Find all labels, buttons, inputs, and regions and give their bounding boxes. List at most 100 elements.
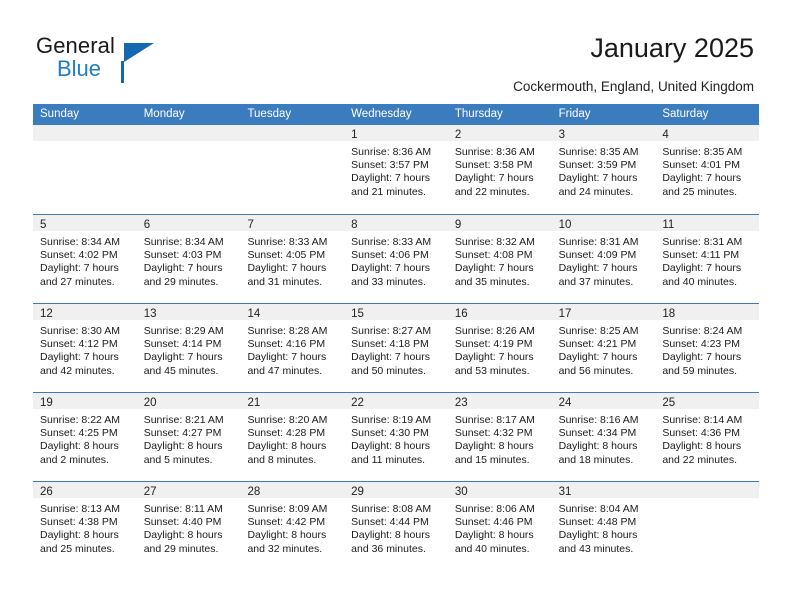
calendar-day-cell[interactable]: 31 Sunrise: 8:04 AM Sunset: 4:48 PM Dayligh…: [551, 482, 656, 570]
calendar-day-cell[interactable]: 15 Sunrise: 8:27 AM Sunset: 4:18 PM Dayligh…: [344, 304, 448, 392]
calendar-day-cell[interactable]: 12 Sunrise: 8:30 AM Sunset: 4:12 PM Dayligh…: [33, 304, 137, 392]
sunset-text: Sunset: 4:19 PM: [454, 338, 533, 351]
sunrise-text: Sunrise: 8:28 AM: [247, 325, 328, 337]
sunset-text: Sunset: 4:02 PM: [40, 249, 118, 262]
day-number: 26: [40, 486, 53, 498]
sunset-text: Sunset: 4:08 PM: [454, 249, 533, 262]
sunset-text: Sunset: 3:57 PM: [351, 159, 429, 172]
daylight-text-line2: and 50 minutes.: [351, 364, 426, 377]
daylight-text-line2: and 21 minutes.: [351, 185, 426, 198]
calendar-day-cell[interactable]: 28 Sunrise: 8:09 AM Sunset: 4:42 PM Dayligh…: [240, 482, 345, 570]
daylight-text-line1: Daylight: 7 hours: [40, 262, 119, 275]
sunrise-text: Sunrise: 8:36 AM: [351, 146, 432, 158]
daylight-text-line2: and 43 minutes.: [558, 542, 634, 555]
calendar-day-cell[interactable]: 19 Sunrise: 8:22 AM Sunset: 4:25 PM Dayligh…: [33, 393, 137, 481]
day-details: [240, 141, 344, 146]
sunrise-text: Sunrise: 8:33 AM: [351, 236, 432, 248]
daylight-text-line2: and 33 minutes.: [351, 275, 426, 288]
daylight-text-line1: Daylight: 7 hours: [143, 351, 223, 364]
calendar-week-row: 19 Sunrise: 8:22 AM Sunset: 4:25 PM Dayligh…: [33, 392, 760, 481]
sunset-text: Sunset: 4:34 PM: [558, 427, 637, 440]
calendar-day-cell[interactable]: 16 Sunrise: 8:26 AM Sunset: 4:19 PM Dayligh…: [447, 304, 552, 392]
calendar-day-cell[interactable]: 4 Sunrise: 8:35 AM Sunset: 4:01 PM Daylight…: [655, 125, 760, 214]
sunset-text: Sunset: 4:28 PM: [247, 427, 326, 440]
day-number: 3: [558, 129, 565, 141]
sunset-text: Sunset: 4:23 PM: [662, 338, 740, 351]
calendar-day-cell[interactable]: 8 Sunrise: 8:33 AM Sunset: 4:06 PM Daylight…: [344, 215, 448, 303]
calendar-day-cell[interactable]: 20 Sunrise: 8:21 AM Sunset: 4:27 PM Dayligh…: [136, 393, 241, 481]
calendar-day-cell[interactable]: 7 Sunrise: 8:33 AM Sunset: 4:05 PM Daylight…: [240, 215, 345, 303]
calendar-day-cell[interactable]: 18 Sunrise: 8:24 AM Sunset: 4:23 PM Dayligh…: [655, 304, 760, 392]
calendar-day-cell[interactable]: 29 Sunrise: 8:08 AM Sunset: 4:44 PM Dayligh…: [344, 482, 448, 570]
daylight-text-line1: Daylight: 8 hours: [454, 529, 534, 542]
calendar-day-cell[interactable]: 14 Sunrise: 8:28 AM Sunset: 4:16 PM Dayligh…: [240, 304, 345, 392]
calendar-day-cell[interactable]: 13 Sunrise: 8:29 AM Sunset: 4:14 PM Dayligh…: [136, 304, 241, 392]
day-number: 29: [351, 486, 364, 498]
day-details: Sunrise: 8:08 AM Sunset: 4:44 PM Daylight:…: [344, 498, 448, 556]
sunrise-text: Sunrise: 8:30 AM: [40, 325, 120, 337]
daylight-text-line2: and 24 minutes.: [558, 185, 634, 198]
page-header: General Blue January 2025 Cockermouth, E…: [0, 0, 792, 104]
day-number-band: 17: [551, 304, 656, 320]
calendar-week-row: 12 Sunrise: 8:30 AM Sunset: 4:12 PM Dayligh…: [33, 303, 760, 392]
daylight-text-line2: and 32 minutes.: [247, 542, 323, 555]
calendar-week-row: 26 Sunrise: 8:13 AM Sunset: 4:38 PM Dayligh…: [33, 481, 760, 570]
location-subtitle: Cockermouth, England, United Kingdom: [513, 79, 754, 94]
calendar-day-cell[interactable]: 22 Sunrise: 8:19 AM Sunset: 4:30 PM Dayligh…: [344, 393, 448, 481]
calendar-day-cell[interactable]: 27 Sunrise: 8:11 AM Sunset: 4:40 PM Dayligh…: [136, 482, 241, 570]
daylight-text-line2: and 37 minutes.: [558, 275, 634, 288]
calendar-day-cell[interactable]: 5 Sunrise: 8:34 AM Sunset: 4:02 PM Daylight…: [33, 215, 137, 303]
weekday-header-wednesday: Wednesday: [351, 108, 412, 120]
day-number-band: [136, 125, 241, 141]
weekday-header-tuesday: Tuesday: [247, 108, 292, 120]
day-number: 12: [40, 308, 53, 320]
calendar-day-cell[interactable]: 1 Sunrise: 8:36 AM Sunset: 3:57 PM Daylight…: [344, 125, 448, 214]
day-number: 31: [558, 486, 572, 498]
daylight-text-line2: and 40 minutes.: [662, 275, 738, 288]
daylight-text-line2: and 47 minutes.: [247, 364, 323, 377]
sunset-text: Sunset: 4:12 PM: [40, 338, 118, 351]
day-details: Sunrise: 8:26 AM Sunset: 4:19 PM Daylight:…: [448, 320, 552, 378]
day-number: 17: [558, 308, 572, 320]
daylight-text-line1: Daylight: 8 hours: [143, 529, 223, 542]
daylight-text-line1: Daylight: 8 hours: [351, 529, 430, 542]
day-details: Sunrise: 8:16 AM Sunset: 4:34 PM Daylight:…: [552, 409, 656, 467]
day-details: Sunrise: 8:14 AM Sunset: 4:36 PM Daylight:…: [655, 409, 759, 467]
calendar-day-cell[interactable]: 17 Sunrise: 8:25 AM Sunset: 4:21 PM Dayligh…: [551, 304, 656, 392]
calendar-day-cell[interactable]: 30 Sunrise: 8:06 AM Sunset: 4:46 PM Dayligh…: [447, 482, 552, 570]
sunrise-text: Sunrise: 8:24 AM: [662, 325, 743, 337]
day-number: 16: [454, 308, 468, 320]
day-number: 4: [662, 129, 669, 141]
daylight-text-line2: and 25 minutes.: [40, 542, 115, 555]
calendar-day-cell[interactable]: 2 Sunrise: 8:36 AM Sunset: 3:58 PM Daylight…: [447, 125, 552, 214]
calendar-day-cell-empty: [136, 125, 241, 214]
day-details: Sunrise: 8:20 AM Sunset: 4:28 PM Daylight:…: [240, 409, 344, 467]
calendar-day-cell[interactable]: 11 Sunrise: 8:31 AM Sunset: 4:11 PM Dayligh…: [655, 215, 760, 303]
sunset-text: Sunset: 4:40 PM: [143, 516, 222, 529]
calendar-day-cell[interactable]: 3 Sunrise: 8:35 AM Sunset: 3:59 PM Daylight…: [551, 125, 656, 214]
calendar-day-cell[interactable]: 10 Sunrise: 8:31 AM Sunset: 4:09 PM Dayligh…: [551, 215, 656, 303]
daylight-text-line1: Daylight: 7 hours: [558, 262, 638, 275]
calendar-day-cell[interactable]: 24 Sunrise: 8:16 AM Sunset: 4:34 PM Dayligh…: [551, 393, 656, 481]
calendar-day-cell-empty: [33, 125, 137, 214]
daylight-text-line1: Daylight: 7 hours: [558, 172, 638, 185]
day-details: Sunrise: 8:24 AM Sunset: 4:23 PM Daylight:…: [655, 320, 759, 378]
calendar-day-cell[interactable]: 6 Sunrise: 8:34 AM Sunset: 4:03 PM Daylight…: [136, 215, 241, 303]
daylight-text-line1: Daylight: 7 hours: [247, 262, 327, 275]
sunset-text: Sunset: 4:05 PM: [247, 249, 326, 262]
calendar-day-cell[interactable]: 25 Sunrise: 8:14 AM Sunset: 4:36 PM Dayligh…: [655, 393, 760, 481]
calendar-day-cell[interactable]: 21 Sunrise: 8:20 AM Sunset: 4:28 PM Dayligh…: [240, 393, 345, 481]
calendar-day-cell[interactable]: 23 Sunrise: 8:17 AM Sunset: 4:32 PM Dayligh…: [447, 393, 552, 481]
calendar-day-cell[interactable]: 9 Sunrise: 8:32 AM Sunset: 4:08 PM Daylight…: [447, 215, 552, 303]
day-number: 27: [143, 486, 157, 498]
day-number-band: 5: [33, 215, 137, 231]
general-blue-logo[interactable]: General Blue: [36, 33, 166, 83]
sunset-text: Sunset: 4:14 PM: [143, 338, 222, 351]
calendar-day-cell[interactable]: 26 Sunrise: 8:13 AM Sunset: 4:38 PM Dayligh…: [33, 482, 137, 570]
day-details: Sunrise: 8:25 AM Sunset: 4:21 PM Daylight:…: [552, 320, 656, 378]
day-details: Sunrise: 8:19 AM Sunset: 4:30 PM Daylight:…: [344, 409, 448, 467]
sunset-text: Sunset: 4:42 PM: [247, 516, 326, 529]
day-number: 20: [143, 397, 157, 409]
day-details: Sunrise: 8:21 AM Sunset: 4:27 PM Daylight:…: [137, 409, 241, 467]
day-number: 14: [247, 308, 261, 320]
